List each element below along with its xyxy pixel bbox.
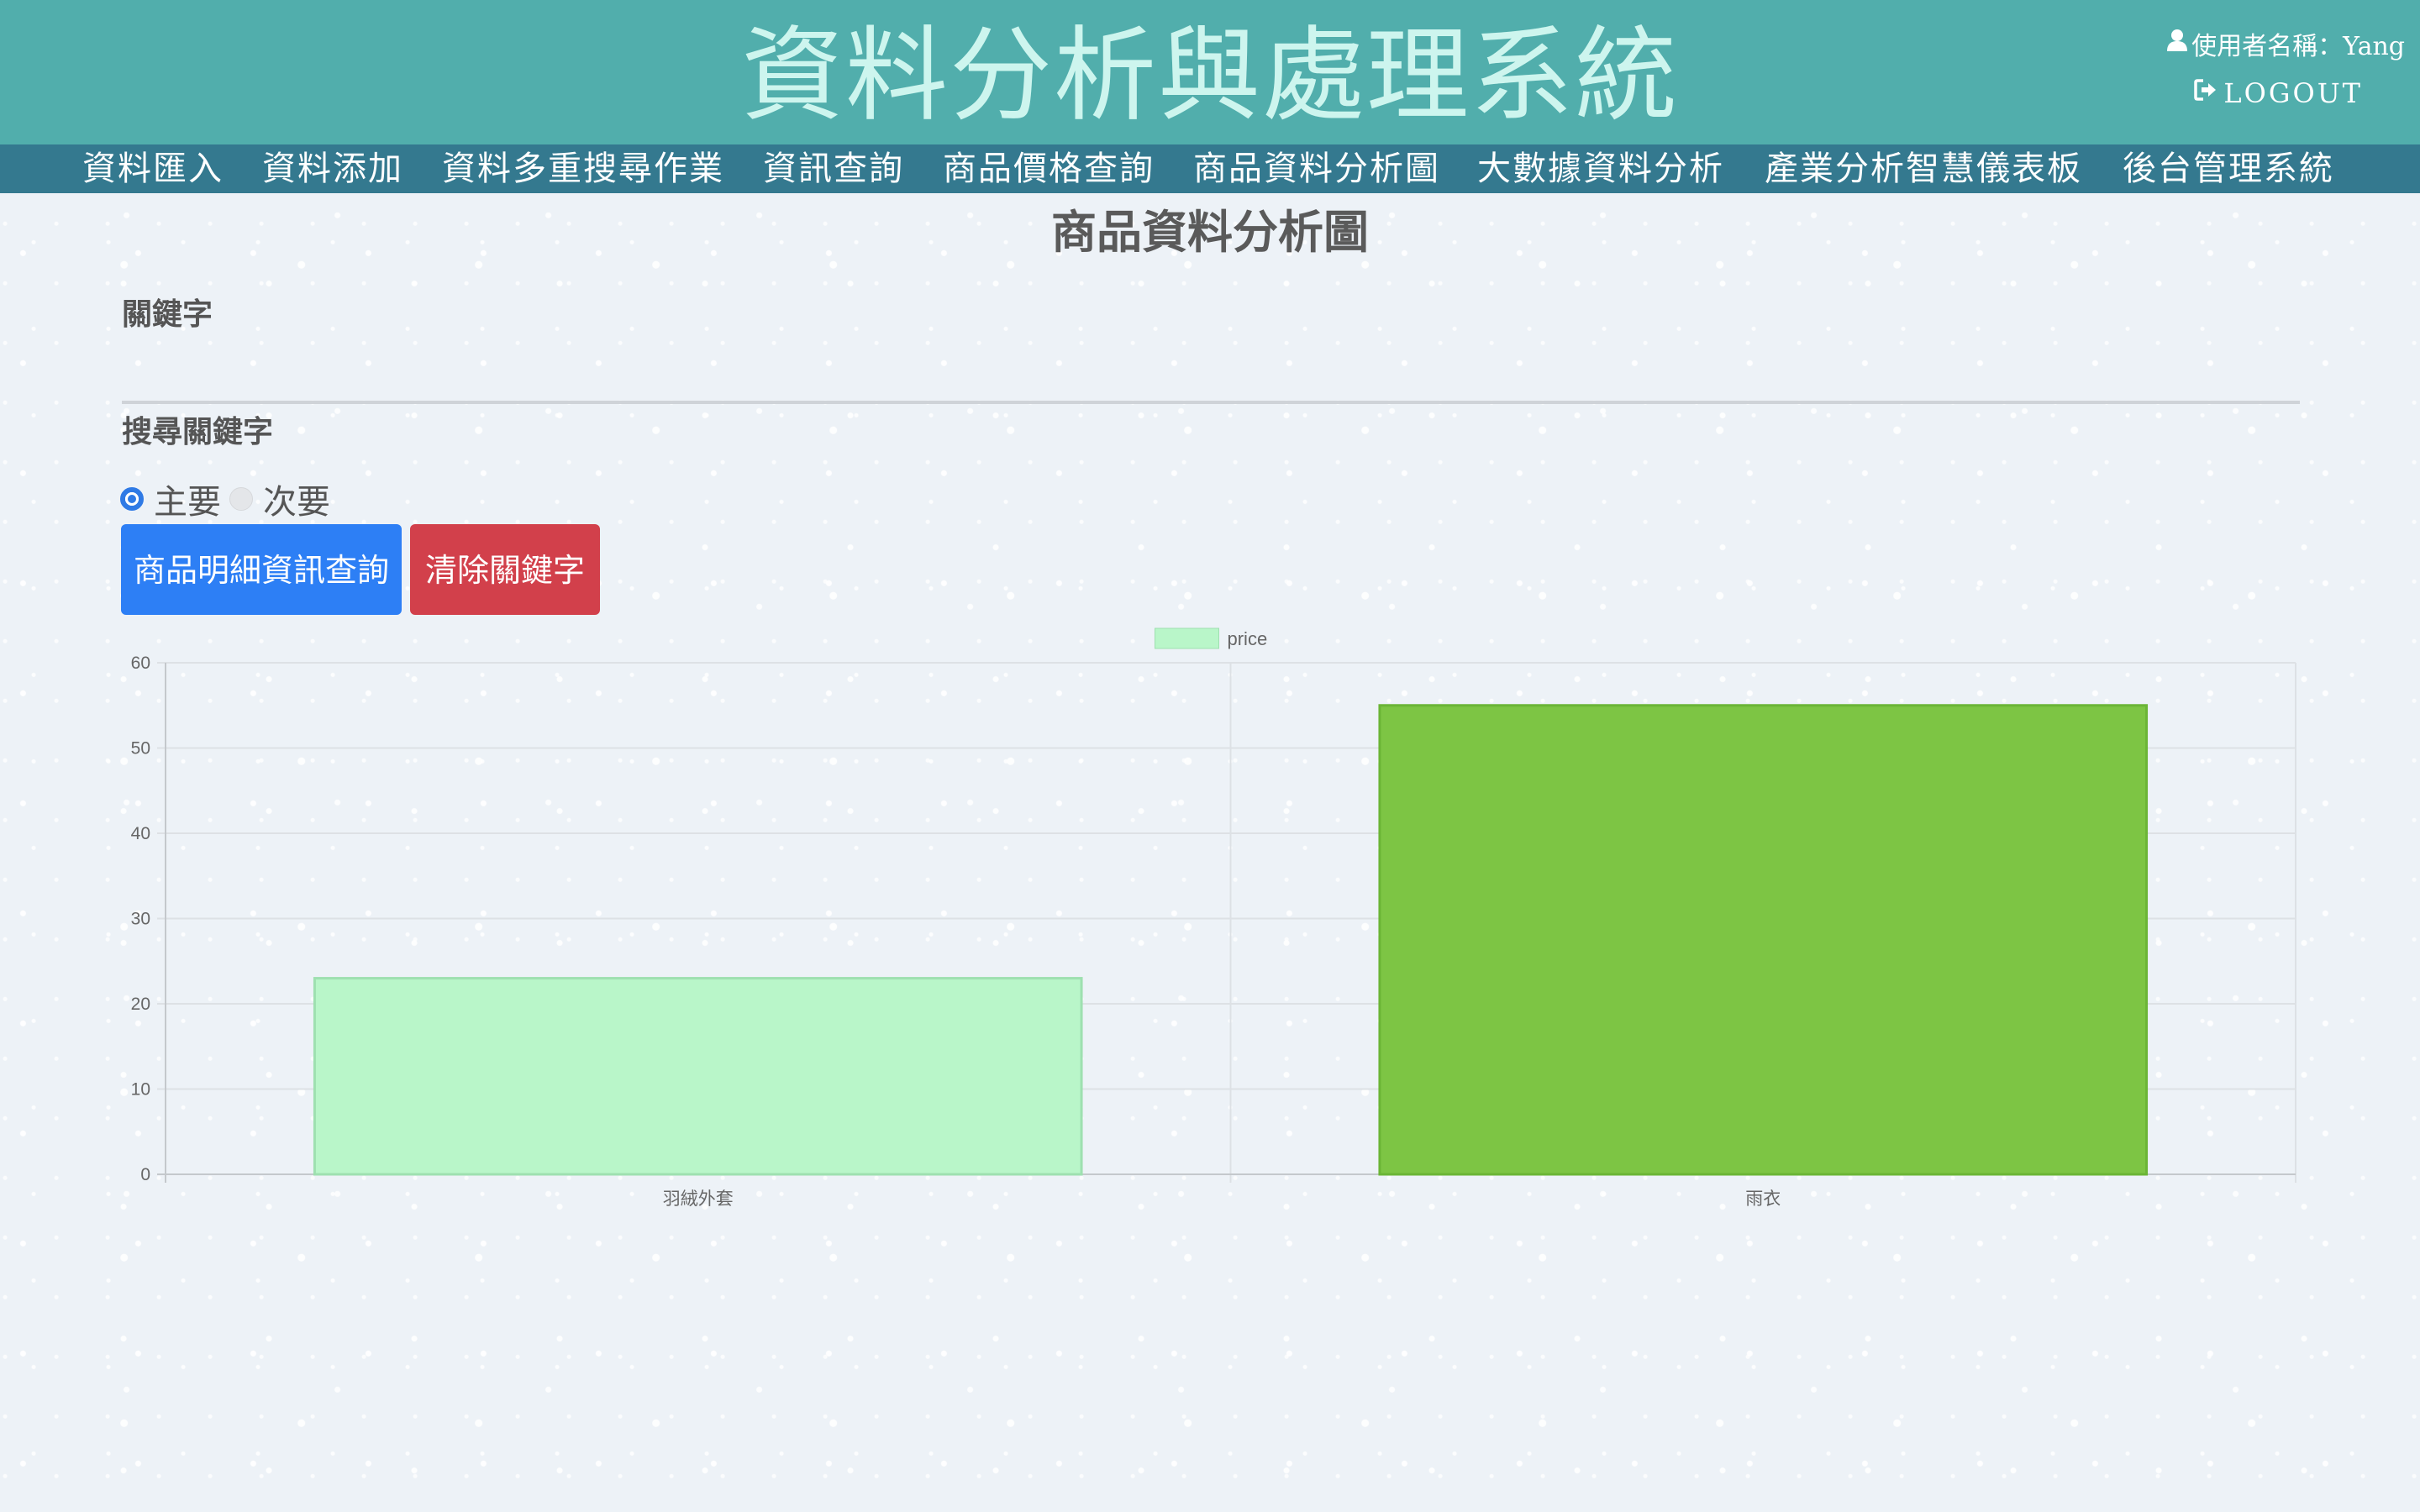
app-header: 資料分析與處理系統 使用者名稱：Yang LOGOUT xyxy=(0,0,2420,144)
nav-item-multi-search[interactable]: 資料多重搜尋作業 xyxy=(442,144,724,193)
y-tick-label: 50 xyxy=(131,739,150,759)
radio-secondary[interactable] xyxy=(229,487,253,511)
user-icon xyxy=(2166,29,2188,59)
radio-secondary-label: 次要 xyxy=(263,483,330,522)
nav-item-info-query[interactable]: 資訊查詢 xyxy=(763,144,904,193)
nav-item-industry-dashboard[interactable]: 產業分析智慧儀表板 xyxy=(1765,144,2082,193)
legend-swatch xyxy=(1155,627,1219,649)
nav-item-data-import[interactable]: 資料匯入 xyxy=(82,144,224,193)
y-tick-label: 30 xyxy=(131,910,150,929)
bar-1 xyxy=(1378,704,2149,1176)
main-nav: 資料匯入 資料添加 資料多重搜尋作業 資訊查詢 商品價格查詢 商品資料分析圖 大… xyxy=(0,144,2420,193)
user-name-label: 使用者名稱：Yang xyxy=(2191,32,2405,61)
product-detail-query-button[interactable]: 商品明細資訊查詢 xyxy=(121,524,402,615)
y-tick-label: 20 xyxy=(131,995,150,1014)
legend-label: price xyxy=(1228,628,1268,649)
clear-keyword-button[interactable]: 清除關鍵字 xyxy=(410,524,600,615)
logout-icon xyxy=(2193,77,2218,109)
nav-item-admin[interactable]: 後台管理系統 xyxy=(2123,144,2334,193)
page-title: 商品資料分析圖 xyxy=(1051,205,1369,259)
search-keyword-label: 搜尋關鍵字 xyxy=(122,414,274,449)
nav-item-big-data[interactable]: 大數據資料分析 xyxy=(1477,144,1724,193)
radio-primary[interactable] xyxy=(120,487,144,511)
y-tick-label: 0 xyxy=(140,1165,150,1184)
logout-label: LOGOUT xyxy=(2223,77,2363,109)
y-tick-label: 10 xyxy=(131,1080,150,1100)
logout-button[interactable]: LOGOUT xyxy=(2193,77,2363,109)
y-tick-label: 40 xyxy=(131,824,150,843)
divider xyxy=(122,401,2300,404)
x-tick-label: 羽絨外套 xyxy=(663,1189,734,1209)
radio-primary-label: 主要 xyxy=(154,483,221,522)
user-info: 使用者名稱：Yang xyxy=(2166,25,2405,62)
nav-item-data-add[interactable]: 資料添加 xyxy=(262,144,403,193)
keyword-label: 關鍵字 xyxy=(122,297,213,332)
price-bar-chart: 0 10 20 30 40 50 60 羽絨外套 雨衣 price xyxy=(131,627,2296,1209)
nav-item-product-analysis[interactable]: 商品資料分析圖 xyxy=(1193,144,1440,193)
app-title: 資料分析與處理系統 xyxy=(741,16,1679,135)
nav-item-price-query[interactable]: 商品價格查詢 xyxy=(943,144,1155,193)
y-tick-label: 60 xyxy=(131,654,150,673)
bar-0 xyxy=(313,977,1083,1176)
keyword-type-radio-group: 主要 次要 xyxy=(120,477,339,522)
x-tick-label: 雨衣 xyxy=(1745,1189,1781,1209)
